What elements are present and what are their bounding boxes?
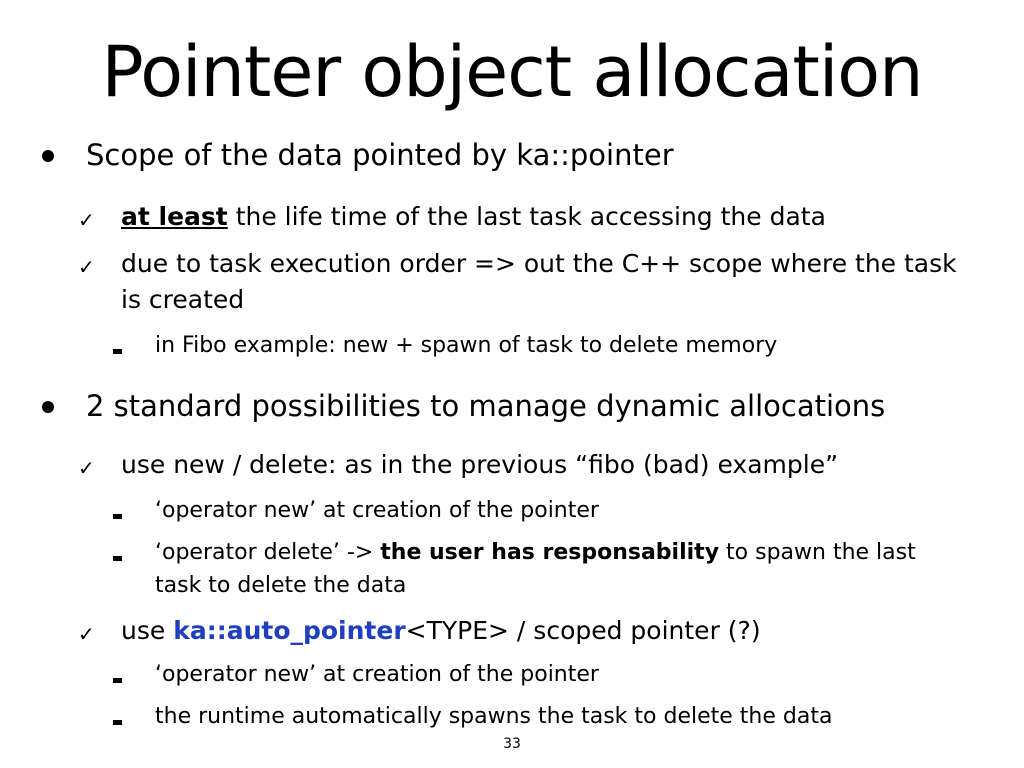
sub-sub-bullet-text: ‘operator new’ at creation of the pointe…: [155, 498, 599, 523]
sub-sub-bullet-post: to spawn the last: [719, 540, 916, 565]
bullet-dot-icon: [42, 401, 54, 413]
bullet-text: Scope of the data pointed by ka::pointer: [86, 138, 674, 172]
sub-bullet-text: use new / delete: as in the previous “fi…: [121, 450, 839, 479]
bullet-text: 2 standard possibilities to manage dynam…: [86, 389, 886, 423]
dash-icon: [113, 514, 122, 519]
sub-bullet-rest: the life time of the last task accessing…: [227, 202, 826, 231]
sub-sub-bullet-pre: ‘operator delete’ ->: [155, 540, 381, 565]
bold-text: the user has responsability: [380, 540, 720, 565]
emphasis-text: at least: [121, 202, 228, 231]
page-number: 33: [503, 736, 521, 752]
checkmark-icon: ✓: [78, 208, 95, 232]
highlight-text: ka::auto_pointer: [173, 616, 406, 645]
dash-icon: [113, 556, 122, 561]
bullet-dot-icon: [42, 150, 54, 162]
sub-sub-bullet-line-2: task to delete the data: [155, 573, 407, 598]
checkmark-icon: ✓: [78, 255, 95, 279]
sub-sub-bullet-text: the runtime automatically spawns the tas…: [155, 704, 833, 729]
sub-bullet-post: <TYPE> / scoped pointer (?): [405, 616, 761, 645]
checkmark-icon: ✓: [78, 622, 95, 646]
sub-sub-bullet-text: ‘operator new’ at creation of the pointe…: [155, 662, 599, 687]
checkmark-icon: ✓: [78, 456, 95, 480]
sub-bullet-pre: use: [121, 616, 174, 645]
sub-sub-bullet-text: in Fibo example: new + spawn of task to …: [155, 333, 778, 358]
slide: Pointer object allocation Scope of the d…: [0, 0, 1024, 768]
sub-sub-bullet-line-1: ‘operator delete’ -> the user has respon…: [155, 537, 916, 569]
dash-icon: [113, 678, 122, 683]
dash-icon: [113, 720, 122, 725]
sub-bullet-text: use ka::auto_pointer<TYPE> / scoped poin…: [121, 614, 761, 648]
sub-bullet-text: at least the life time of the last task …: [121, 200, 826, 234]
slide-title: Pointer object allocation: [101, 31, 924, 113]
sub-bullet-line-2: is created: [121, 285, 245, 314]
sub-bullet-line-1: due to task execution order => out the C…: [121, 249, 957, 278]
dash-icon: [113, 349, 122, 354]
